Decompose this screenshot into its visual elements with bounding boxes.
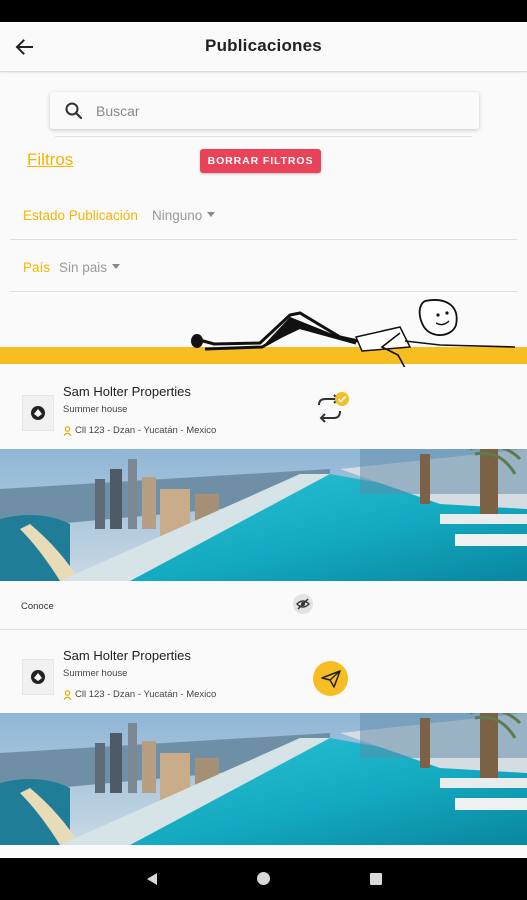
system-nav-bar [0, 858, 527, 900]
search-icon [65, 102, 83, 120]
nav-back-icon[interactable] [145, 872, 159, 886]
property-address: Cll 123 - Dzan - Yucatán - Mexico [63, 689, 216, 700]
estado-select[interactable]: Ninguno [152, 208, 216, 223]
screen: Publicaciones Filtros BORRAR FILTROS Est… [0, 22, 527, 858]
estado-value: Ninguno [152, 208, 203, 223]
conoce-row: Conoce [0, 582, 527, 630]
pool-photo [0, 449, 527, 581]
pais-select[interactable]: Sin pais [59, 260, 121, 275]
owner-name: Sam Holter Properties [63, 648, 191, 663]
property-type: Summer house [63, 404, 128, 415]
address-text: Cll 123 - Dzan - Yucatán - Mexico [75, 689, 217, 700]
person-pin-icon [63, 425, 72, 436]
pool-photo [0, 713, 527, 845]
conoce-link[interactable]: Conoce [21, 601, 54, 612]
page-title: Publicaciones [205, 36, 322, 55]
nav-home-icon[interactable] [257, 872, 270, 885]
listing-card-1[interactable]: Sam Holter Properties Summer house Cll 1… [0, 367, 527, 449]
filter-row-estado: Estado Publicación Ninguno [10, 192, 517, 240]
property-image[interactable] [0, 449, 527, 581]
publish-button[interactable] [313, 661, 348, 696]
filter-row-pais: País Sin pais [10, 244, 517, 292]
send-icon [320, 669, 341, 688]
property-address: Cll 123 - Dzan - Yucatán - Mexico [63, 425, 216, 436]
visibility-off-icon [296, 598, 310, 610]
estado-label: Estado Publicación [23, 208, 138, 223]
filters-link[interactable]: Filtros [27, 150, 73, 170]
dropdown-caret-icon [112, 264, 121, 269]
logo-mark-icon [31, 406, 45, 420]
search-box[interactable] [50, 92, 479, 129]
search-input[interactable] [96, 92, 466, 129]
property-image[interactable] [0, 713, 527, 845]
property-type: Summer house [63, 668, 128, 679]
owner-name: Sam Holter Properties [63, 384, 191, 399]
app-bar: Publicaciones [0, 22, 527, 72]
divider [55, 136, 472, 137]
sync-check-icon[interactable] [313, 391, 351, 427]
dropdown-caret-icon [207, 212, 216, 217]
visibility-off-button[interactable] [293, 594, 313, 614]
company-logo [22, 659, 54, 695]
nav-recents-icon[interactable] [370, 873, 382, 885]
company-logo [22, 395, 54, 431]
listing-card-2[interactable]: Sam Holter Properties Summer house Cll 1… [0, 631, 527, 713]
status-bar [0, 0, 527, 22]
pais-label: País [23, 260, 51, 275]
clear-filters-button[interactable]: BORRAR FILTROS [200, 149, 321, 173]
logo-mark-icon [31, 670, 45, 684]
person-pin-icon [63, 689, 72, 700]
address-text: Cll 123 - Dzan - Yucatán - Mexico [75, 425, 217, 436]
pais-value: Sin pais [59, 260, 108, 275]
